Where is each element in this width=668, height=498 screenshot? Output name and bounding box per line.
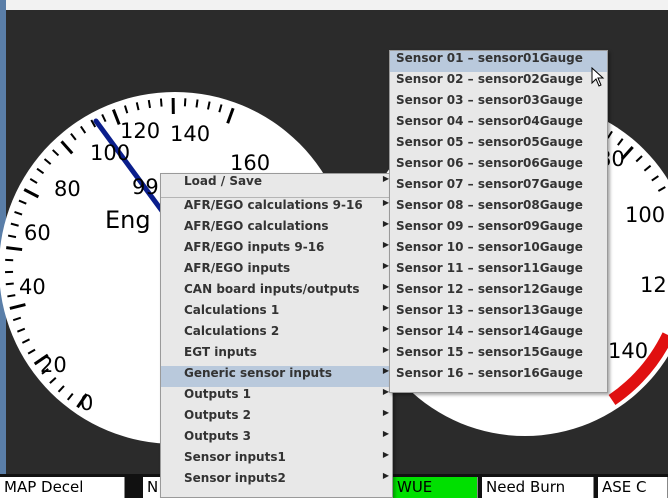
- menu-item-label: AFR/EGO inputs: [184, 261, 291, 275]
- menu-item-label: Load / Save: [184, 174, 263, 188]
- menu-item-13[interactable]: Outputs 3 ▶: [161, 429, 392, 450]
- menu-item-9[interactable]: EGT inputs ▶: [161, 345, 392, 366]
- submenu-item-15[interactable]: Sensor 15 – sensor15Gauge: [390, 345, 607, 366]
- menu-item-label: AFR/EGO inputs 9-16: [184, 240, 325, 254]
- submenu-item-label: Sensor 14 – sensor14Gauge: [396, 324, 583, 338]
- submenu-item-label: Sensor 02 – sensor02Gauge: [396, 72, 583, 86]
- submenu-item-label: Sensor 03 – sensor03Gauge: [396, 93, 583, 107]
- context-menu: Load / Save ▶ AFR/EGO calculations 9-16 ▶ AF…: [160, 173, 393, 498]
- left-gauge-scale-label: 140: [170, 122, 210, 146]
- submenu-item-13[interactable]: Sensor 13 – sensor13Gauge: [390, 303, 607, 324]
- submenu-item-label: Sensor 01 – sensor01Gauge: [396, 51, 583, 65]
- triangle-right-icon: ▶: [382, 429, 389, 438]
- submenu-item-label: Sensor 09 – sensor09Gauge: [396, 219, 583, 233]
- submenu-item-label: Sensor 08 – sensor08Gauge: [396, 198, 583, 212]
- menu-item-10[interactable]: Generic sensor inputs ▶: [161, 366, 392, 387]
- gauge-tick: [6, 246, 23, 252]
- menu-item-3[interactable]: AFR/EGO calculations ▶: [161, 219, 392, 240]
- status-ase: ASE C: [598, 477, 668, 498]
- submenu-item-2[interactable]: Sensor 02 – sensor02Gauge: [390, 72, 607, 93]
- right-gauge-scale-label: 120: [640, 273, 668, 297]
- menu-item-label: Calculations 1: [184, 303, 280, 317]
- menu-item-2[interactable]: AFR/EGO calculations 9-16 ▶: [161, 198, 392, 219]
- menu-item-label: Outputs 2: [184, 408, 252, 422]
- status-map-decel: MAP Decel: [0, 477, 125, 498]
- submenu-item-3[interactable]: Sensor 03 – sensor03Gauge: [390, 93, 607, 114]
- submenu-item-14[interactable]: Sensor 14 – sensor14Gauge: [390, 324, 607, 345]
- submenu-item-label: Sensor 16 – sensor16Gauge: [396, 366, 583, 380]
- menu-item-label: AFR/EGO calculations: [184, 219, 329, 233]
- triangle-right-icon: ▶: [382, 408, 389, 417]
- submenu-item-label: Sensor 11 – sensor11Gauge: [396, 261, 583, 275]
- menu-item-14[interactable]: Sensor inputs1 ▶: [161, 450, 392, 471]
- menu-item-6[interactable]: CAN board inputs/outputs ▶: [161, 282, 392, 303]
- submenu-item-label: Sensor 06 – sensor06Gauge: [396, 156, 583, 170]
- menu-item-label: Outputs 3: [184, 429, 252, 443]
- submenu-item-9[interactable]: Sensor 09 – sensor09Gauge: [390, 219, 607, 240]
- left-gauge-scale-label: 20: [40, 353, 67, 377]
- submenu-item-6[interactable]: Sensor 06 – sensor06Gauge: [390, 156, 607, 177]
- right-gauge-scale-label: 140: [608, 339, 648, 363]
- menu-item-label: Generic sensor inputs: [184, 366, 332, 380]
- menu-item-5[interactable]: AFR/EGO inputs ▶: [161, 261, 392, 282]
- submenu-item-10[interactable]: Sensor 10 – sensor10Gauge: [390, 240, 607, 261]
- menu-item-7[interactable]: Calculations 1 ▶: [161, 303, 392, 324]
- left-gauge-scale-label: 120: [120, 119, 160, 143]
- submenu-item-label: Sensor 04 – sensor04Gauge: [396, 114, 583, 128]
- gauge-tick: [5, 282, 14, 286]
- gauge-tick: [195, 99, 199, 108]
- submenu-item-label: Sensor 13 – sensor13Gauge: [396, 303, 583, 317]
- generic-sensor-submenu: Sensor 01 – sensor01Gauge Sensor 02 – sen…: [389, 50, 608, 393]
- left-gauge-scale-label: 80: [54, 177, 81, 201]
- gauge-tick: [7, 294, 16, 298]
- status-need-burn: Need Burn: [482, 477, 594, 498]
- gauge-tick: [147, 99, 151, 109]
- menu-item-8[interactable]: Calculations 2 ▶: [161, 324, 392, 345]
- menu-item-15[interactable]: Sensor inputs2 ▶: [161, 471, 392, 492]
- menu-item-label: Sensor inputs1: [184, 450, 286, 464]
- left-gauge-scale-label: 160: [230, 151, 270, 175]
- menu-item-label: Sensor inputs2: [184, 471, 286, 485]
- menu-item-11[interactable]: Outputs 1 ▶: [161, 387, 392, 408]
- menu-item-label: Outputs 1: [184, 387, 252, 401]
- menu-item-4[interactable]: AFR/EGO inputs 9-16 ▶: [161, 240, 392, 261]
- submenu-item-5[interactable]: Sensor 05 – sensor05Gauge: [390, 135, 607, 156]
- submenu-item-label: Sensor 10 – sensor10Gauge: [396, 240, 583, 254]
- menu-item-label: Calculations 2: [184, 324, 280, 338]
- menu-item-12[interactable]: Outputs 2 ▶: [161, 408, 392, 429]
- menu-item-label: EGT inputs: [184, 345, 257, 359]
- submenu-item-12[interactable]: Sensor 12 – sensor12Gauge: [390, 282, 607, 303]
- submenu-item-label: Sensor 12 – sensor12Gauge: [396, 282, 583, 296]
- gauge-tick: [159, 98, 163, 107]
- submenu-item-1[interactable]: Sensor 01 – sensor01Gauge: [390, 51, 607, 72]
- left-gauge-title: Eng: [105, 206, 151, 234]
- mouse-pointer-icon: [591, 67, 605, 87]
- left-gauge-scale-label: 100: [90, 141, 130, 165]
- left-gauge-value: 99: [132, 175, 159, 199]
- submenu-item-label: Sensor 15 – sensor15Gauge: [396, 345, 583, 359]
- submenu-item-8[interactable]: Sensor 08 – sensor08Gauge: [390, 198, 607, 219]
- submenu-item-7[interactable]: Sensor 07 – sensor07Gauge: [390, 177, 607, 198]
- submenu-item-11[interactable]: Sensor 11 – sensor11Gauge: [390, 261, 607, 282]
- menu-item-label: CAN board inputs/outputs: [184, 282, 360, 296]
- left-gauge-scale-label: 0: [80, 391, 93, 415]
- right-gauge-scale-label: 100: [625, 203, 665, 227]
- submenu-item-label: Sensor 07 – sensor07Gauge: [396, 177, 583, 191]
- status-wue: WUE: [393, 477, 478, 498]
- triangle-right-icon: ▶: [382, 471, 389, 480]
- menu-item-label: AFR/EGO calculations 9-16: [184, 198, 363, 212]
- submenu-item-4[interactable]: Sensor 04 – sensor04Gauge: [390, 114, 607, 135]
- dashboard-stage: 020406080100120140160 Eng 99 80100120140…: [0, 0, 668, 498]
- submenu-item-16[interactable]: Sensor 16 – sensor16Gauge: [390, 366, 607, 387]
- triangle-right-icon: ▶: [382, 450, 389, 459]
- menu-item-1[interactable]: Load / Save ▶: [161, 174, 392, 195]
- left-gauge-scale-label: 40: [19, 275, 46, 299]
- left-gauge-scale-label: 60: [24, 221, 51, 245]
- submenu-item-label: Sensor 05 – sensor05Gauge: [396, 135, 583, 149]
